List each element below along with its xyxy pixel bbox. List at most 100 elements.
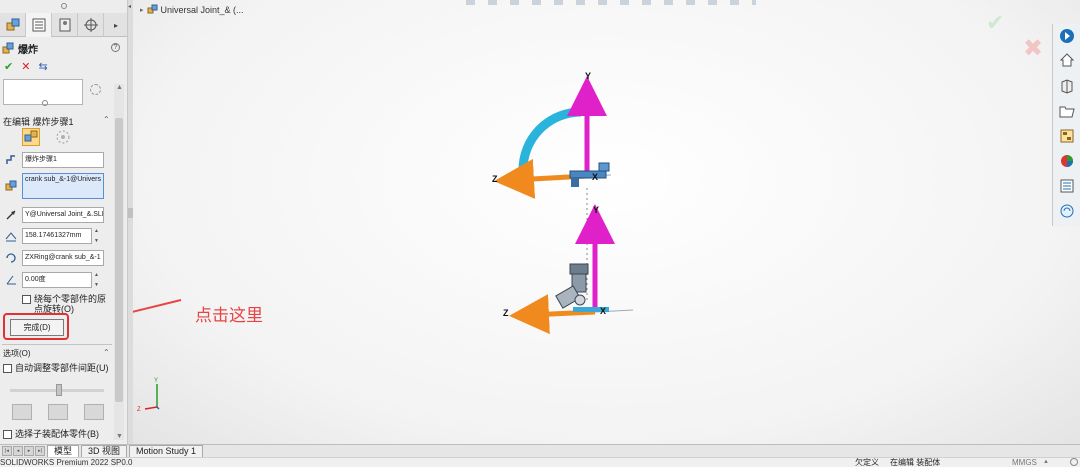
rotation-axis-icon[interactable] (4, 251, 18, 265)
divider (2, 344, 112, 345)
property-manager: ▸ 爆炸 ? ✔ ✕ ⇆ ▲ ▼ 在编辑 爆炸步骤1 ⌃ 爆炸步骤1 crank… (0, 0, 128, 444)
collapse-icon[interactable]: ⌃ (103, 348, 110, 357)
last-tab-icon[interactable]: ▸| (35, 446, 45, 456)
solidworks-resources-icon[interactable] (1057, 26, 1077, 46)
scroll-up-icon[interactable]: ▲ (116, 84, 123, 91)
pm-scrollbar[interactable]: ▲ ▼ (114, 84, 124, 440)
rotate-about-origin-label: 绕每个零部件的原点旋转(O) (34, 294, 107, 314)
chain-direction-3-icon[interactable] (84, 404, 104, 420)
auto-space-label: 自动调整零部件间距(U) (15, 363, 109, 373)
rotation-axis-field[interactable]: ZXRing@crank sub_&-1 (22, 250, 104, 266)
forum-icon[interactable] (1057, 201, 1077, 221)
distance-row: 158.17461327mm ▲ ▼ (4, 228, 102, 244)
explode-settings-icon[interactable] (90, 84, 101, 95)
joint-top-block[interactable] (569, 263, 589, 275)
app-version: SOLIDWORKS Premium 2022 SP0.0 (0, 458, 133, 467)
distance-spinner[interactable]: ▲ ▼ (94, 228, 102, 244)
tab-dimxpert-manager[interactable] (78, 13, 104, 37)
rotation-ring-handle[interactable] (518, 107, 582, 171)
design-library-icon[interactable] (1057, 76, 1077, 96)
explode-icon (2, 42, 14, 54)
scrollbar-thumb[interactable] (115, 118, 123, 402)
tab-feature-manager[interactable] (0, 13, 26, 37)
step-name-row: 爆炸步骤1 (4, 152, 104, 168)
auto-space-checkbox[interactable] (3, 364, 12, 373)
reference-triad: Y Z (137, 378, 160, 413)
next-tab-icon[interactable]: ▸ (24, 446, 34, 456)
home-icon[interactable] (1057, 50, 1077, 70)
regular-step-button[interactable] (22, 128, 40, 146)
lower-triad[interactable]: Y Z X (503, 204, 634, 335)
angle-field[interactable]: 0.00度 (22, 272, 92, 288)
chain-direction-2-icon[interactable] (48, 404, 68, 420)
direction-row: Y@Universal Joint_&.SLI (4, 207, 104, 223)
section-title: 在编辑 爆炸步骤1 (3, 117, 74, 127)
model-scene: Y Z X Y Z X Y Z (133, 71, 634, 413)
tab-configuration-manager[interactable] (52, 13, 78, 37)
pm-header: 爆炸 ? (2, 41, 124, 56)
unit-system[interactable]: MMGS (1012, 458, 1037, 467)
y-axis-label: Y (593, 205, 599, 215)
direction-field[interactable]: Y@Universal Joint_&.SLI (22, 207, 104, 223)
distance-icon (4, 229, 18, 243)
radial-step-button[interactable] (54, 128, 72, 146)
direction-arrow-icon[interactable] (4, 208, 18, 222)
joint-pin[interactable] (574, 294, 586, 306)
rotate-about-origin-checkbox[interactable] (22, 295, 31, 304)
tab-property-manager[interactable] (26, 13, 52, 37)
upper-triad[interactable]: Y Z X (492, 71, 612, 199)
radial-step-icon (56, 130, 70, 144)
x-axis-label: X (592, 172, 598, 182)
annotation-arrow (133, 299, 182, 313)
pm-title: 爆炸 (18, 44, 38, 56)
graphics-area[interactable]: ▸ Universal Joint_& (... ✔ ✖ Y Z X Y Z X… (133, 0, 1080, 444)
prev-tab-icon[interactable]: ◂ (13, 446, 23, 456)
crank-hub[interactable] (571, 178, 579, 187)
step-name-icon (4, 153, 18, 167)
status-bar: SOLIDWORKS Premium 2022 SP0.0 欠定义 在编辑 装配… (0, 457, 1080, 467)
collapse-left-icon[interactable]: ◂ (128, 3, 131, 10)
panel-handle[interactable] (61, 3, 67, 9)
pin-icon[interactable]: ⇆ (38, 60, 47, 73)
crosshair-icon (83, 18, 98, 32)
tab-model[interactable]: 模型 (47, 445, 80, 457)
ok-check-icon[interactable]: ✔ (4, 60, 13, 73)
y-axis-label: Y (585, 71, 591, 81)
crank-handle[interactable] (598, 162, 610, 172)
angle-spinner[interactable]: ▲ ▼ (94, 272, 102, 288)
property-list-icon (32, 18, 45, 32)
tab-3d-views[interactable]: 3D 视图 (81, 445, 128, 457)
view-palette-icon[interactable] (1057, 126, 1077, 146)
done-button[interactable]: 完成(D) (10, 319, 64, 336)
scroll-down-icon[interactable]: ▼ (116, 433, 123, 440)
cancel-x-icon[interactable]: ✕ (21, 60, 30, 73)
tab-nav-arrows: |◂ ◂ ▸ ▸| (2, 446, 45, 456)
help-icon[interactable]: ? (111, 43, 120, 52)
crank-part[interactable] (569, 170, 607, 179)
first-tab-icon[interactable]: |◂ (2, 446, 12, 456)
custom-properties-icon[interactable] (1057, 176, 1077, 196)
file-explorer-icon[interactable] (1057, 101, 1077, 121)
tab-scroll-right[interactable]: ▸ (104, 13, 127, 37)
select-subassembly-checkbox[interactable] (3, 430, 12, 439)
message-box (3, 79, 83, 106)
chain-direction-1-icon[interactable] (12, 404, 32, 420)
spacing-slider-thumb[interactable] (56, 384, 62, 396)
x-axis-label: X (600, 306, 606, 316)
appearances-icon[interactable] (1057, 151, 1077, 171)
z-axis-arrow[interactable] (509, 294, 596, 335)
select-subassembly-label: 选择子装配体零件(B) (15, 429, 99, 439)
help-icon[interactable] (1070, 458, 1078, 466)
annotation-text: 点击这里 (195, 306, 263, 325)
collapse-icon[interactable]: ⌃ (103, 115, 110, 124)
distance-field[interactable]: 158.17461327mm (22, 228, 92, 244)
explode-type-icons (22, 128, 72, 146)
tab-motion-study[interactable]: Motion Study 1 (129, 445, 204, 457)
components-selection-box[interactable]: crank sub_&-1@Univers (22, 173, 104, 199)
step-name-field[interactable]: 爆炸步骤1 (22, 152, 104, 168)
z-axis-label: Z (503, 308, 509, 318)
select-subassembly-option: 选择子装配体零件(B) (3, 429, 99, 439)
edit-mode-status: 在编辑 装配体 (890, 458, 941, 467)
rotate-about-origin-option: 绕每个零部件的原点旋转(O) (22, 294, 112, 314)
chevron-up-icon[interactable]: ▲ (1043, 458, 1049, 467)
